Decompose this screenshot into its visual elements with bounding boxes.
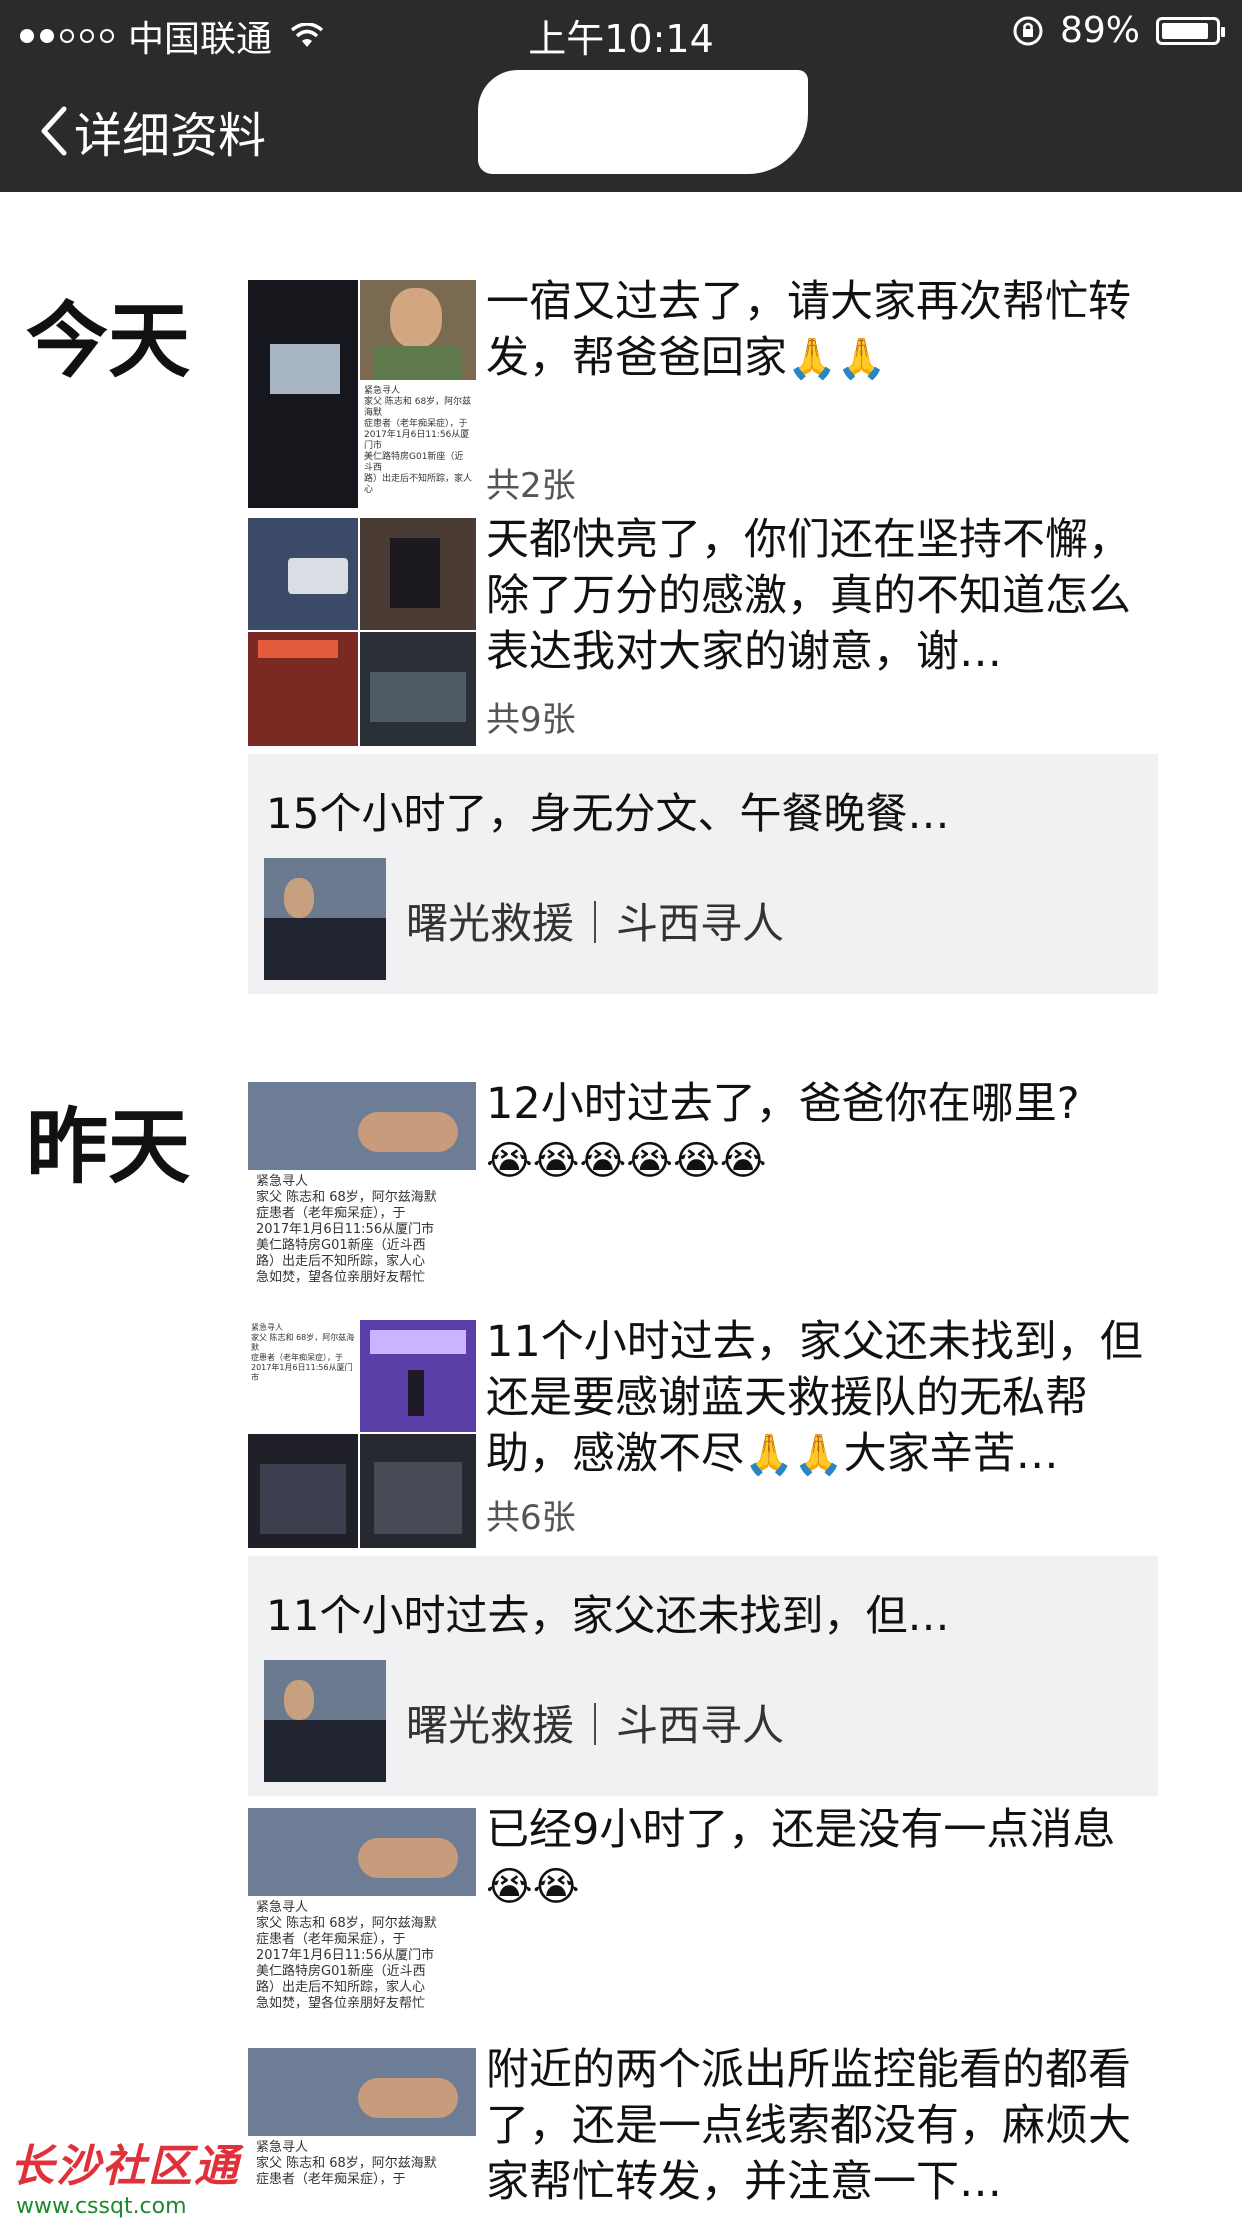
battery-icon xyxy=(1156,16,1225,45)
post-thumbnail[interactable] xyxy=(248,518,476,746)
shared-article-source: 曙光救援｜斗西寻人 xyxy=(406,899,785,948)
shared-article[interactable]: 15个小时了，身无分文、午餐晚餐… 曙光救援｜斗西寻人 xyxy=(248,754,1158,994)
post-text: 12小时过去了，爸爸你在哪里? 😭😭😭😭😭😭 xyxy=(486,1076,1146,1189)
orientation-lock-icon xyxy=(1013,16,1043,45)
post-text: 一宿又过去了，请大家再次帮忙转发，帮爸爸回家🙏🙏 xyxy=(486,274,1146,387)
crying-face-emoji: 😭😭 xyxy=(486,1864,580,1910)
navigation-bar: 详细资料 xyxy=(0,62,1242,192)
shared-article-title: 15个小时了，身无分文、午餐晚餐… xyxy=(266,789,950,838)
post-thumbnail[interactable]: 紧急寻人 家父 陈志和 68岁，阿尔兹海默 症患者（老年痴呆症），于 2017年… xyxy=(248,1808,476,2036)
praying-hands-emoji: 🙏🙏 xyxy=(787,336,887,382)
shared-article-source: 曙光救援｜斗西寻人 xyxy=(406,1701,785,1750)
day-label-today: 今天 xyxy=(26,294,191,389)
watermark-url: www.cssqt.com xyxy=(16,2194,187,2219)
back-button[interactable]: 详细资料 xyxy=(38,96,266,166)
post-text: 附近的两个派出所监控能看的都看了，还是一点线索都没有，麻烦大家帮忙转发，并注意一… xyxy=(486,2045,1131,2207)
post-thumbnail[interactable]: 紧急寻人 家父 陈志和 68岁，阿尔兹海默 症患者（老年痴呆症），于 2017年… xyxy=(248,1320,476,1548)
post-thumbnail[interactable]: 紧急寻人 家父 陈志和 68岁，阿尔兹海默 症患者（老年痴呆症），于 2017年… xyxy=(248,1082,476,1310)
post-text: 已经9小时了，还是没有一点消息😭😭 xyxy=(486,1802,1146,1915)
battery-percent: 89% xyxy=(1059,10,1140,51)
day-label-yesterday: 昨天 xyxy=(26,1100,191,1195)
watermark-title: 长沙社区通 xyxy=(10,2141,240,2192)
redacted-title xyxy=(478,70,808,174)
chevron-left-icon xyxy=(41,106,67,156)
status-bar: 中国联通 上午10:14 89% xyxy=(0,0,1242,62)
photo-count: 共6张 xyxy=(486,1498,576,1538)
post-thumbnail[interactable]: 紧急寻人 家父 陈志和 68岁，阿尔兹海默 症患者（老年痴呆症），于 2017年… xyxy=(248,280,476,508)
watermark: 长沙社区通 www.cssqt.com xyxy=(10,2130,240,2219)
shared-article-title: 11个小时过去，家父还未找到，但… xyxy=(266,1591,950,1640)
back-label: 详细资料 xyxy=(74,108,267,164)
shared-article-thumbnail xyxy=(264,1660,386,1782)
post-thumbnail[interactable]: 紧急寻人 家父 陈志和 68岁，阿尔兹海默 症患者（老年痴呆症），于 xyxy=(248,2048,476,2208)
praying-hands-emoji: 🙏🙏 xyxy=(744,1432,844,1478)
shared-article-thumbnail xyxy=(264,858,386,980)
photo-count: 共9张 xyxy=(486,700,576,740)
notice-heading: 紧急寻人 xyxy=(364,386,401,396)
post-text: 11个小时过去，家父还未找到，但还是要感谢蓝天救援队的无私帮助，感激不尽🙏🙏大家… xyxy=(486,1314,1146,1483)
shared-article[interactable]: 11个小时过去，家父还未找到，但… 曙光救援｜斗西寻人 xyxy=(248,1556,1158,1796)
post-text: 天都快亮了，你们还在坚持不懈，除了万分的感激，真的不知道怎么表达我对大家的谢意，… xyxy=(486,515,1131,677)
photo-count: 共2张 xyxy=(486,466,576,506)
crying-face-emoji: 😭😭😭😭😭😭 xyxy=(486,1138,767,1184)
